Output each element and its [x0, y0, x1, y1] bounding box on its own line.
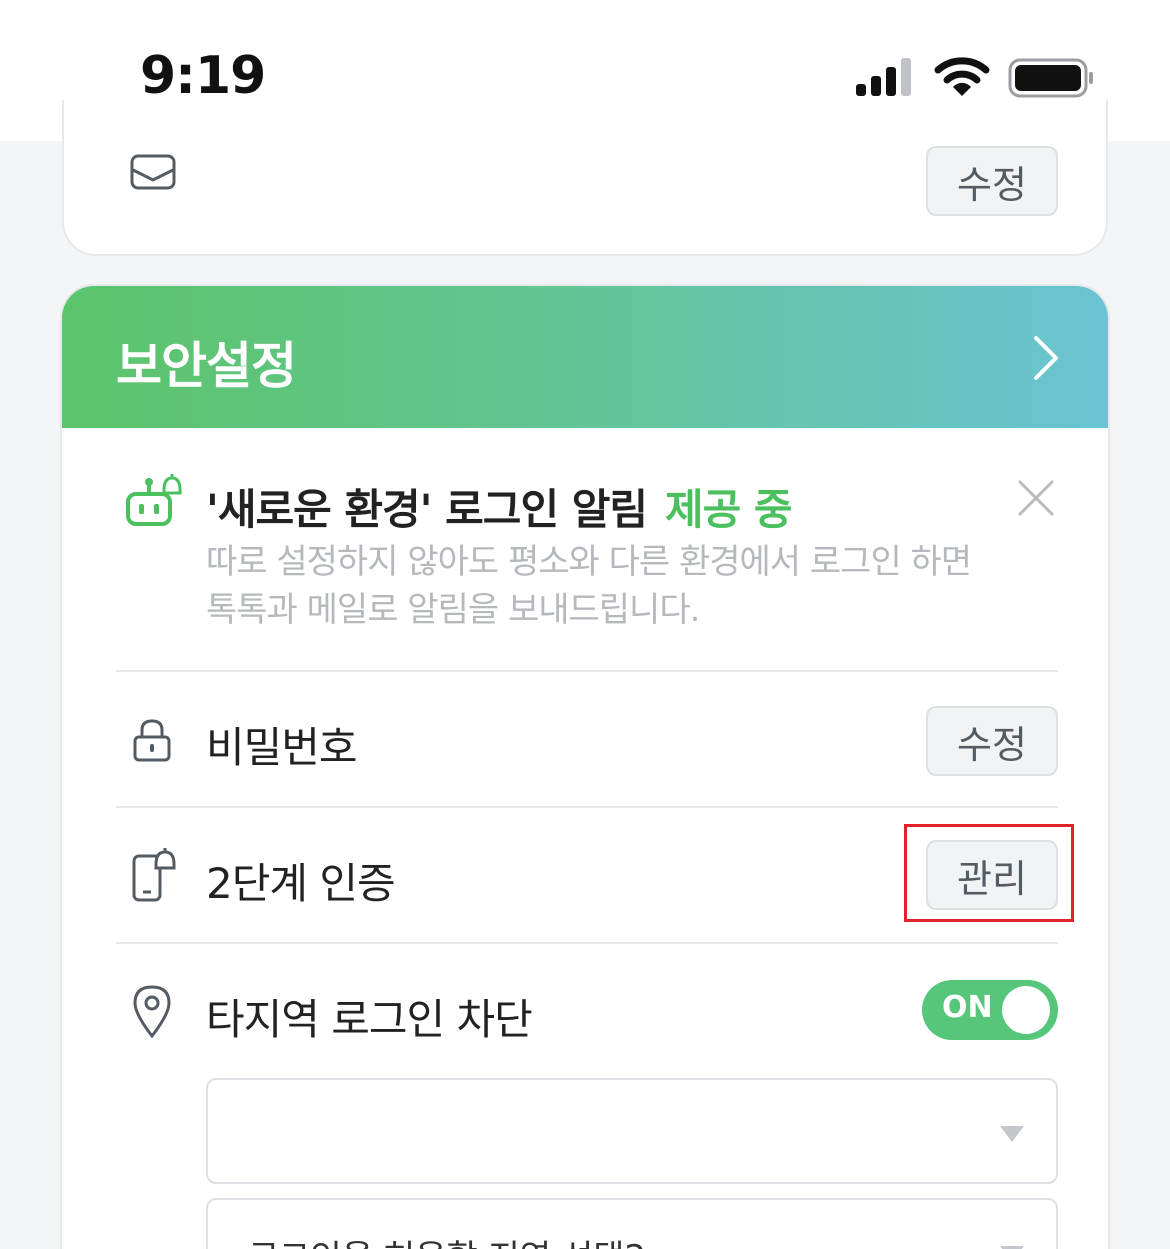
chevron-right-icon [1034, 336, 1058, 380]
bot-bell-icon [126, 474, 182, 526]
toggle-knob [1002, 986, 1050, 1034]
foreign-block-label: 타지역 로그인 차단 [206, 995, 533, 1044]
status-time: 9:19 [140, 46, 266, 106]
new-env-alert-status: 제공 중 [664, 485, 793, 534]
lock-icon [133, 719, 171, 762]
email-edit-button[interactable]: 수정 [926, 146, 1058, 216]
mail-icon [130, 154, 176, 190]
password-edit-button[interactable]: 수정 [926, 706, 1058, 776]
divider [116, 806, 1058, 808]
new-env-alert-title: '새로운 환경' 로그인 알림 제공 중 [206, 476, 793, 537]
signal-icon [856, 58, 911, 96]
new-env-alert-description: 따로 설정하지 않아도 평소와 다른 환경에서 로그인 하면 톡톡과 메일로 알… [206, 542, 972, 630]
close-icon[interactable] [1018, 480, 1054, 516]
region-select-2-value: 로그인을 허용할 지역 선택2 [248, 1230, 646, 1249]
security-header[interactable]: 보안설정 [62, 286, 1108, 428]
toggle-state: ON [942, 990, 993, 1025]
region-select[interactable] [206, 1078, 1058, 1184]
location-pin-icon [133, 985, 171, 1038]
wifi-icon [934, 57, 990, 96]
caret-down-icon [1000, 1126, 1024, 1142]
security-title: 보안설정 [116, 337, 297, 395]
security-settings-card: 보안설정 '새로운 환경' 로그인 알림 제공 중 따로 설정하지 않아도 평소와… [60, 284, 1110, 1249]
highlight-box [904, 824, 1074, 922]
battery-icon [1008, 58, 1093, 98]
new-env-alert-label: '새로운 환경' 로그인 알림 [206, 485, 648, 534]
phone-bell-icon [132, 848, 176, 902]
password-label: 비밀번호 [206, 723, 358, 772]
foreign-block-toggle[interactable]: ON [922, 980, 1058, 1040]
region-select-2[interactable]: 로그인을 허용할 지역 선택2 [206, 1198, 1058, 1249]
divider [116, 942, 1058, 944]
contact-card: 수정 [62, 100, 1108, 256]
divider [116, 670, 1058, 672]
two-factor-label: 2단계 인증 [206, 859, 396, 908]
